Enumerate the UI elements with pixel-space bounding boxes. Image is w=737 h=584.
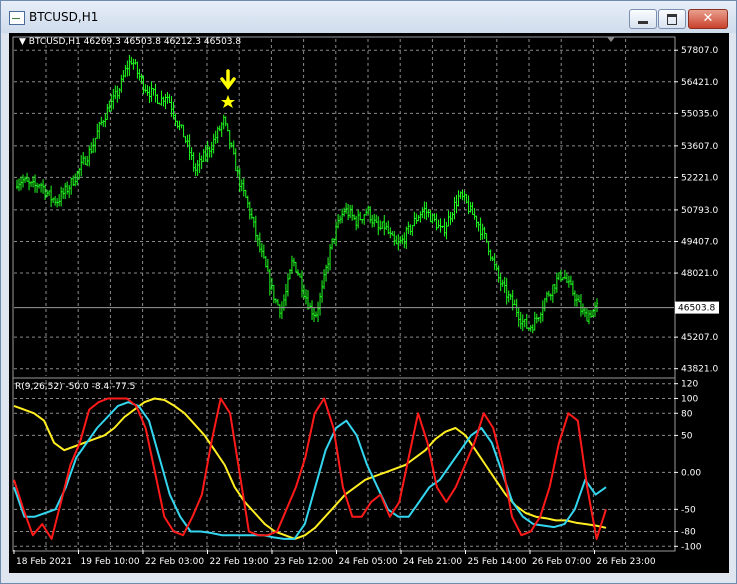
price-pane-header: ▼ BTCUSD,H1 46269.3 46503.8 46212.3 4650…	[19, 37, 242, 47]
price-tick-label: 57807.0	[681, 46, 718, 56]
indicator-tick-label: 50	[681, 431, 693, 441]
indicator-tick-label: 120	[681, 380, 698, 390]
window-title: BTCUSD,H1	[29, 10, 99, 24]
mid-line	[13, 401, 607, 540]
chart-area[interactable]: 57807.0 56421.0 55035.0 53607.0 52221.0 50793…	[9, 33, 729, 573]
chart-window: BTCUSD,H1 ✕ 57807.0 56421.0 55035.0 53607.0…	[0, 0, 737, 584]
chart-window-icon	[9, 11, 25, 25]
price-tick-label: 50793.0	[681, 206, 718, 216]
indicator-tick-label: 80	[681, 409, 693, 419]
minimize-icon	[638, 21, 648, 24]
price-tick-label: 56421.0	[681, 78, 718, 88]
indicator-pane-header: R(9,26,52) -50.0 -8.4 -77.5	[15, 382, 136, 392]
price-tick-label: 53607.0	[681, 142, 718, 152]
close-button[interactable]: ✕	[688, 9, 728, 29]
x-tick-label: 24 Feb 05:00	[339, 557, 398, 567]
maximize-button[interactable]	[658, 9, 686, 29]
price-tick-label: 45207.0	[681, 333, 718, 343]
price-tick-label: 43821.0	[681, 365, 718, 375]
x-tick-label: 23 Feb 12:00	[274, 557, 333, 567]
x-tick-label: 22 Feb 19:00	[210, 557, 269, 567]
x-tick-label: 22 Feb 03:00	[145, 557, 204, 567]
chart-shift-icon[interactable]	[607, 37, 615, 42]
x-tick-label: 19 Feb 10:00	[81, 557, 140, 567]
price-tick-label: 48021.0	[681, 269, 718, 279]
price-tick-label: 49407.0	[681, 237, 718, 247]
indicator-tick-label: -80	[681, 528, 696, 538]
current-price-label: 46503.8	[678, 304, 715, 314]
star-icon	[221, 95, 235, 108]
indicator-tick-label: -100	[681, 542, 702, 552]
x-tick-label: 24 Feb 21:00	[403, 557, 462, 567]
close-icon: ✕	[702, 11, 714, 26]
x-tick-label: 26 Feb 23:00	[597, 557, 656, 567]
fast-line	[13, 397, 607, 540]
arrow-down-icon	[220, 69, 236, 90]
minimize-button[interactable]	[629, 9, 657, 29]
indicator-tick-label: 100	[681, 394, 698, 404]
chart-canvas[interactable]: 57807.0 56421.0 55035.0 53607.0 52221.0 50793…	[9, 33, 729, 573]
price-tick-label: 55035.0	[681, 109, 718, 119]
indicator-tick-label: 0.00	[681, 468, 701, 478]
price-tick-label: 52221.0	[681, 173, 718, 183]
x-tick-label: 26 Feb 07:00	[532, 557, 591, 567]
title-bar[interactable]: BTCUSD,H1 ✕	[1, 1, 736, 33]
slow-line	[13, 397, 607, 540]
indicator-tick-label: -50	[681, 505, 696, 515]
x-tick-label: 25 Feb 14:00	[468, 557, 527, 567]
maximize-icon	[667, 14, 677, 25]
x-tick-label: 18 Feb 2021	[16, 557, 72, 567]
